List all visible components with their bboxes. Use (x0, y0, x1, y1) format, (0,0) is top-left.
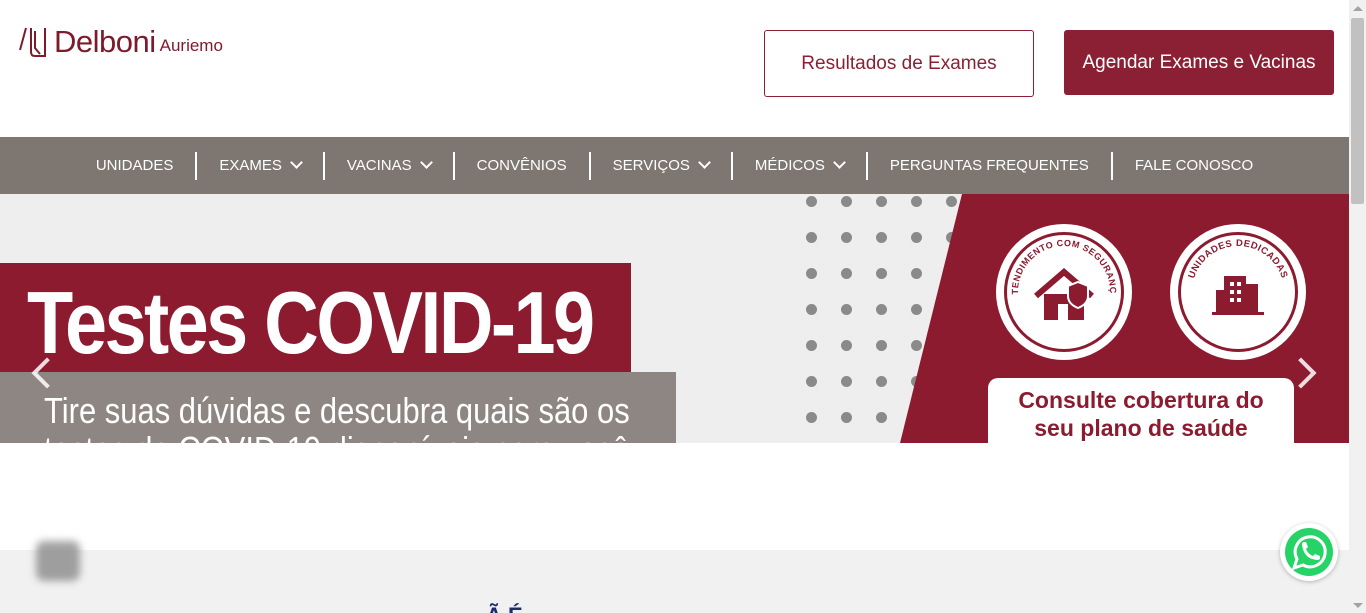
pattern-dot (841, 412, 852, 423)
pattern-dot (911, 304, 922, 315)
scroll-down-icon[interactable] (1353, 603, 1363, 608)
logo-subtext: Auriemo (159, 36, 223, 55)
nav-item-label: PERGUNTAS FREQUENTES (889, 157, 1089, 174)
pattern-dot (841, 232, 852, 243)
pattern-dot (876, 376, 887, 387)
chevron-down-icon (289, 156, 303, 169)
pattern-dot (806, 232, 817, 243)
pattern-dot (841, 376, 852, 387)
page: Delboni Auriemo Resultados de Exames Age… (0, 0, 1366, 613)
chevron-down-icon (833, 156, 846, 169)
section-heading: Ã É (486, 603, 523, 613)
pattern-dot (876, 196, 887, 207)
nav-item-label: FALE CONOSCO (1134, 157, 1254, 174)
main-nav: UNIDADES EXAMES VACINAS CONVÊNIOS SERVIÇ… (0, 137, 1349, 194)
pattern-dot (841, 340, 852, 351)
building-icon: UNIDADES DEDICADAS (1186, 238, 1289, 315)
whatsapp-icon (1285, 528, 1333, 576)
content-section (0, 550, 1349, 613)
nav-item-servicos[interactable]: SERVIÇOS (591, 152, 731, 180)
schedule-button[interactable]: Agendar Exames e Vacinas (1064, 30, 1334, 95)
scroll-up-icon[interactable] (1353, 6, 1363, 11)
chevron-down-icon (419, 156, 433, 169)
nav-item-contact[interactable]: FALE CONOSCO (1113, 152, 1275, 180)
svg-text:UNIDADES DEDICADAS: UNIDADES DEDICADAS (1186, 238, 1289, 280)
chevron-down-icon (698, 156, 711, 169)
pattern-dot (806, 412, 817, 423)
results-button[interactable]: Resultados de Exames (764, 30, 1034, 97)
hero-carousel[interactable]: Testes COVID-19 Tire suas dúvidas e desc… (0, 194, 1349, 443)
nav-item-unidades[interactable]: UNIDADES (74, 152, 196, 180)
pattern-dot (806, 340, 817, 351)
svg-text:ATENDIMENTO COM SEGURANÇA: ATENDIMENTO COM SEGURANÇA (996, 224, 1118, 294)
pattern-dot (841, 304, 852, 315)
banner-subtitle-line1: Tire suas dúvidas e descubra quais são o… (44, 390, 630, 431)
pattern-dot (876, 412, 887, 423)
pattern-dot (946, 196, 957, 207)
pattern-dot (911, 232, 922, 243)
badge-dedicated-units: UNIDADES DEDICADAS (1170, 224, 1306, 360)
pattern-dot (876, 268, 887, 279)
nav-item-vacinas[interactable]: VACINAS (325, 152, 453, 180)
safe-home-icon: ATENDIMENTO COM SEGURANÇA (996, 224, 1118, 320)
pattern-dot (806, 196, 817, 207)
banner-subtitle-line2: testes de COVID-19 disponíveis para você (44, 430, 629, 444)
pattern-dot (806, 376, 817, 387)
nav-item-convenios[interactable]: CONVÊNIOS (455, 152, 589, 180)
coverage-cta-line2: seu plano de saúde (1034, 415, 1248, 441)
badge-safety-text: ATENDIMENTO COM SEGURANÇA (996, 224, 1118, 294)
logo-text: Delboni (54, 24, 156, 59)
nav-item-faq[interactable]: PERGUNTAS FREQUENTES (868, 152, 1111, 180)
nav-item-label: SERVIÇOS (612, 157, 690, 174)
logo-mark-icon (19, 27, 46, 57)
pattern-dot (876, 304, 887, 315)
badge-safety: ATENDIMENTO COM SEGURANÇA (996, 224, 1132, 360)
whatsapp-button[interactable] (1280, 523, 1338, 581)
pattern-dot (806, 268, 817, 279)
coverage-cta[interactable]: Consulte cobertura do seu plano de saúde (988, 378, 1294, 443)
nav-item-label: MÉDICOS (754, 157, 825, 174)
pattern-dot (806, 304, 817, 315)
nav-item-label: CONVÊNIOS (476, 157, 567, 174)
pattern-dot (911, 268, 922, 279)
nav-item-label: VACINAS (346, 157, 412, 174)
pattern-dot (841, 196, 852, 207)
coverage-cta-line1: Consulte cobertura do (1018, 387, 1264, 413)
chat-widget-icon[interactable] (36, 541, 80, 581)
scrollbar-thumb[interactable] (1351, 18, 1364, 204)
nav-item-exames[interactable]: EXAMES (197, 152, 323, 180)
logo[interactable]: Delboni Auriemo (18, 26, 223, 58)
pattern-dot (911, 196, 922, 207)
nav-item-label: UNIDADES (95, 157, 174, 174)
pattern-dot (876, 340, 887, 351)
banner-title: Testes COVID-19 (27, 273, 595, 372)
nav-item-medicos[interactable]: MÉDICOS (733, 152, 866, 180)
pattern-dot (876, 232, 887, 243)
badge-dedicated-text: UNIDADES DEDICADAS (1186, 238, 1289, 280)
nav-item-label: EXAMES (219, 157, 282, 174)
pattern-dot (841, 268, 852, 279)
pattern-dot (911, 340, 922, 351)
